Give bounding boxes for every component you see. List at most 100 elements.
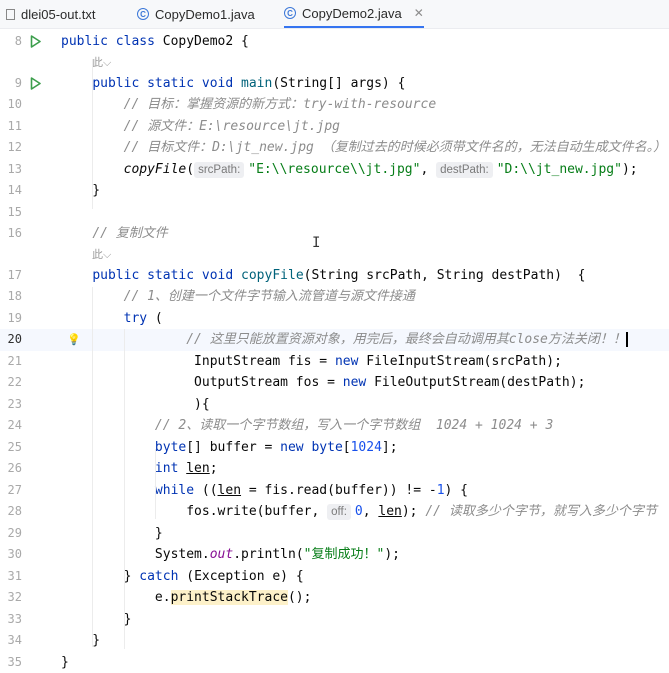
- code-line[interactable]: 33 }: [0, 609, 669, 631]
- code-text: // 1、创建一个文件字节输入流管道与源文件接通: [61, 286, 415, 308]
- code-text: // 源文件：E:\resource\jt.jpg: [61, 116, 340, 138]
- code-line[interactable]: 23 ){: [0, 394, 669, 416]
- code-line[interactable]: 30 System.out.println("复制成功！");: [0, 544, 669, 566]
- code-line[interactable]: 19 try (: [0, 308, 669, 330]
- line-number: 21: [0, 351, 22, 373]
- line-number: 27: [0, 480, 22, 502]
- indent-guide: [155, 449, 156, 519]
- line-number: 16: [0, 223, 22, 245]
- line-number: 17: [0, 265, 22, 287]
- line-number: 20: [0, 329, 22, 351]
- code-text: public static void copyFile(String srcPa…: [61, 265, 585, 287]
- code-line[interactable]: 21 InputStream fis = new FileInputStream…: [0, 351, 669, 373]
- run-icon[interactable]: [30, 35, 41, 48]
- indent-guide: [92, 287, 93, 647]
- code-line[interactable]: 35}: [0, 652, 669, 673]
- tab-copydemo2[interactable]: C CopyDemo2.java ✕: [284, 0, 424, 28]
- code-line[interactable]: 8 public class CopyDemo2 {: [0, 31, 669, 53]
- line-number: 31: [0, 566, 22, 588]
- line-number: 24: [0, 415, 22, 437]
- code-text: e.printStackTrace();: [61, 587, 311, 609]
- tab-label: CopyDemo2.java: [302, 6, 402, 21]
- code-text: }: [61, 652, 69, 673]
- code-text: OutputStream fos = new FileOutputStream(…: [61, 372, 585, 394]
- code-text: while ((len = fis.read(buffer)) != -1) {: [61, 480, 468, 502]
- code-text: public static void main(String[] args) {: [61, 73, 405, 95]
- code-line[interactable]: 22 OutputStream fos = new FileOutputStre…: [0, 372, 669, 394]
- code-text: ){: [61, 394, 210, 416]
- code-line[interactable]: 26 int len;: [0, 458, 669, 480]
- line-number: 11: [0, 116, 22, 138]
- code-text: try (: [61, 308, 163, 330]
- code-line[interactable]: 24 // 2、读取一个字节数组，写入一个字节数组 1024 + 1024 + …: [0, 415, 669, 437]
- code-line[interactable]: 20💡 // 这里只能放置资源对象，用完后，最终会自动调用其close方法关闭！…: [0, 329, 669, 351]
- line-number: 8: [0, 31, 22, 53]
- code-lens-authors[interactable]: 此⌵: [92, 55, 111, 71]
- code-text: fos.write(buffer, off:0, len); // 读取多少个字…: [61, 501, 657, 523]
- code-line[interactable]: 32 e.printStackTrace();: [0, 587, 669, 609]
- tab-label: CopyDemo1.java: [155, 7, 255, 22]
- tab-label: dlei05-out.txt: [21, 7, 95, 22]
- line-number: 25: [0, 437, 22, 459]
- code-editor[interactable]: 8 public class CopyDemo2 { 此⌵ 9 public stat…: [0, 29, 669, 665]
- text-file-icon: [6, 9, 15, 20]
- run-icon[interactable]: [30, 77, 41, 90]
- code-text: }: [61, 609, 131, 631]
- line-number: 13: [0, 159, 22, 181]
- indent-guide: [124, 329, 125, 649]
- code-line[interactable]: 12 // 目标文件：D:\jt_new.jpg （复制过去的时候必须带文件名的…: [0, 137, 669, 159]
- code-line[interactable]: 34 }: [0, 630, 669, 652]
- close-icon[interactable]: ✕: [414, 6, 424, 20]
- code-text: }: [61, 180, 100, 202]
- line-number: 35: [0, 652, 22, 673]
- tab-dlei05-out[interactable]: dlei05-out.txt: [6, 0, 95, 28]
- line-number: 33: [0, 609, 22, 631]
- code-text: // 目标文件：D:\jt_new.jpg （复制过去的时候必须带文件名的，无法…: [61, 137, 666, 159]
- code-text: byte[] buffer = new byte[1024];: [61, 437, 398, 459]
- line-number: 9: [0, 73, 22, 95]
- line-number: 15: [0, 202, 22, 224]
- line-number: 26: [0, 458, 22, 480]
- indent-guide: [92, 59, 93, 209]
- line-number: 34: [0, 630, 22, 652]
- code-line[interactable]: 15: [0, 202, 669, 224]
- code-text: }: [61, 523, 163, 545]
- java-class-icon: C: [284, 7, 296, 19]
- code-line[interactable]: 28 fos.write(buffer, off:0, len); // 读取多…: [0, 501, 669, 523]
- code-line[interactable]: 9 public static void main(String[] args)…: [0, 73, 669, 95]
- code-line[interactable]: 10 // 目标：掌握资源的新方式：try-with-resource: [0, 94, 669, 116]
- code-text: public class CopyDemo2 {: [61, 31, 249, 53]
- code-line[interactable]: 25 byte[] buffer = new byte[1024];: [0, 437, 669, 459]
- code-line[interactable]: 27 while ((len = fis.read(buffer)) != -1…: [0, 480, 669, 502]
- line-number: 30: [0, 544, 22, 566]
- code-text: // 2、读取一个字节数组，写入一个字节数组 1024 + 1024 + 3: [61, 415, 553, 437]
- code-lens-authors[interactable]: 此⌵: [92, 247, 111, 263]
- code-text: // 目标：掌握资源的新方式：try-with-resource: [61, 94, 436, 116]
- java-class-icon: C: [137, 8, 149, 20]
- code-line[interactable]: 29 }: [0, 523, 669, 545]
- editor-tab-bar: dlei05-out.txt C CopyDemo1.java C CopyDe…: [0, 0, 669, 29]
- line-number: 32: [0, 587, 22, 609]
- line-number: 14: [0, 180, 22, 202]
- code-text: }: [61, 630, 100, 652]
- code-text: int len;: [61, 458, 218, 480]
- line-number: 23: [0, 394, 22, 416]
- code-line[interactable]: 11 // 源文件：E:\resource\jt.jpg: [0, 116, 669, 138]
- tab-copydemo1[interactable]: C CopyDemo1.java: [137, 0, 255, 28]
- line-number: 19: [0, 308, 22, 330]
- code-line[interactable]: 31 } catch (Exception e) {: [0, 566, 669, 588]
- line-number: 18: [0, 286, 22, 308]
- code-line[interactable]: 17 public static void copyFile(String sr…: [0, 265, 669, 287]
- code-text: System.out.println("复制成功！");: [61, 544, 400, 566]
- line-number: 12: [0, 137, 22, 159]
- code-line[interactable]: 13 copyFile(srcPath:"E:\\resource\\jt.jp…: [0, 159, 669, 181]
- line-number: 29: [0, 523, 22, 545]
- code-text: } catch (Exception e) {: [61, 566, 304, 588]
- code-text: // 复制文件: [61, 223, 168, 245]
- code-line[interactable]: 14 }: [0, 180, 669, 202]
- mouse-ibeam-cursor: I: [312, 235, 320, 249]
- code-line[interactable]: 18 // 1、创建一个文件字节输入流管道与源文件接通: [0, 286, 669, 308]
- code-text: InputStream fis = new FileInputStream(sr…: [61, 351, 562, 373]
- code-line[interactable]: 16 // 复制文件: [0, 223, 669, 245]
- line-number: 10: [0, 94, 22, 116]
